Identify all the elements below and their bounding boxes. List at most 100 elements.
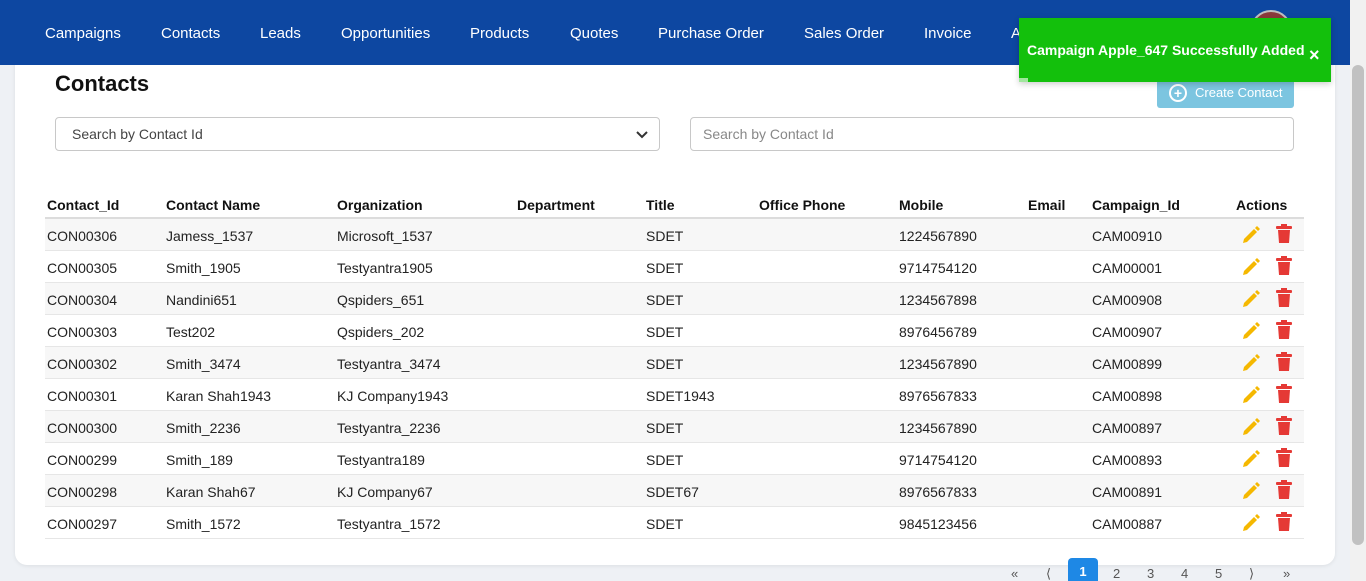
header-mobile[interactable]: Mobile xyxy=(899,197,943,213)
cell-contact-id: CON00303 xyxy=(47,324,118,340)
nav-item-campaigns[interactable]: Campaigns xyxy=(45,25,121,42)
pagination-page-2[interactable]: 2 xyxy=(1113,566,1120,581)
pagination-next[interactable]: ⟩ xyxy=(1249,566,1254,581)
pencil-icon[interactable] xyxy=(1241,224,1261,244)
pencil-icon[interactable] xyxy=(1241,384,1261,404)
table-row: CON00304 Nandini651 Qspiders_651 SDET 123456… xyxy=(45,283,1304,315)
search-type-select[interactable]: Search by Contact Id xyxy=(55,117,660,151)
cell-organization: Qspiders_202 xyxy=(337,324,425,340)
pagination-page-3[interactable]: 3 xyxy=(1147,566,1154,581)
pagination-page-4[interactable]: 4 xyxy=(1181,566,1188,581)
cell-organization: KJ Company1943 xyxy=(337,388,449,404)
pencil-icon[interactable] xyxy=(1241,288,1261,308)
cell-campaign-id: CAM00897 xyxy=(1092,420,1163,436)
cell-contact-name: Smith_1572 xyxy=(166,516,241,532)
pencil-icon[interactable] xyxy=(1241,320,1261,340)
cell-campaign-id: CAM00001 xyxy=(1092,260,1163,276)
cell-campaign-id: CAM00898 xyxy=(1092,388,1163,404)
cell-contact-id: CON00304 xyxy=(47,292,118,308)
scrollbar-thumb[interactable] xyxy=(1352,65,1364,545)
cell-contact-name: Smith_189 xyxy=(166,452,233,468)
cell-title: SDET xyxy=(646,420,684,436)
pagination-last[interactable]: » xyxy=(1283,566,1290,581)
pencil-icon[interactable] xyxy=(1241,480,1261,500)
vertical-scrollbar[interactable] xyxy=(1350,0,1366,581)
cell-contact-id: CON00300 xyxy=(47,420,118,436)
header-contact-name[interactable]: Contact Name xyxy=(166,197,260,213)
cell-campaign-id: CAM00907 xyxy=(1092,324,1163,340)
table-row: CON00299 Smith_189 Testyantra189 SDET 971475… xyxy=(45,443,1304,475)
cell-mobile: 1224567890 xyxy=(899,228,977,244)
pagination-first[interactable]: « xyxy=(1011,566,1018,581)
cell-contact-id: CON00299 xyxy=(47,452,118,468)
cell-campaign-id: CAM00908 xyxy=(1092,292,1163,308)
trash-icon[interactable] xyxy=(1276,256,1292,275)
cell-organization: Microsoft_1537 xyxy=(337,228,433,244)
search-input[interactable] xyxy=(690,117,1294,151)
cell-contact-id: CON00305 xyxy=(47,260,118,276)
trash-icon[interactable] xyxy=(1276,224,1292,243)
pencil-icon[interactable] xyxy=(1241,352,1261,372)
cell-campaign-id: CAM00893 xyxy=(1092,452,1163,468)
cell-mobile: 1234567890 xyxy=(899,420,977,436)
nav-item-quotes[interactable]: Quotes xyxy=(570,25,618,42)
nav-item-opportunities[interactable]: Opportunities xyxy=(341,25,430,42)
pagination-page-1[interactable]: 1 xyxy=(1068,558,1098,581)
cell-title: SDET xyxy=(646,228,684,244)
cell-mobile: 8976567833 xyxy=(899,388,977,404)
cell-title: SDET xyxy=(646,260,684,276)
cell-contact-name: Smith_1905 xyxy=(166,260,241,276)
table-row: CON00301 Karan Shah1943 KJ Company1943 SDET… xyxy=(45,379,1304,411)
cell-campaign-id: CAM00899 xyxy=(1092,356,1163,372)
trash-icon[interactable] xyxy=(1276,480,1292,499)
header-office-phone[interactable]: Office Phone xyxy=(759,197,845,213)
pencil-icon[interactable] xyxy=(1241,448,1261,468)
pencil-icon[interactable] xyxy=(1241,512,1261,532)
pencil-icon[interactable] xyxy=(1241,256,1261,276)
header-organization[interactable]: Organization xyxy=(337,197,423,213)
cell-contact-name: Test202 xyxy=(166,324,216,340)
header-contact-id[interactable]: Contact_Id xyxy=(47,197,119,213)
nav-item-sales-order[interactable]: Sales Order xyxy=(804,25,884,42)
cell-campaign-id: CAM00887 xyxy=(1092,516,1163,532)
pagination-prev[interactable]: ⟨ xyxy=(1046,566,1051,581)
trash-icon[interactable] xyxy=(1276,320,1292,339)
header-campaign-id[interactable]: Campaign_Id xyxy=(1092,197,1180,213)
cell-contact-name: Jamess_1537 xyxy=(166,228,254,244)
page-title: Contacts xyxy=(55,71,150,96)
nav-item-contacts[interactable]: Contacts xyxy=(161,25,220,42)
pencil-icon[interactable] xyxy=(1241,416,1261,436)
table-row: CON00297 Smith_1572 Testyantra_1572 SDET 984… xyxy=(45,507,1304,539)
close-icon[interactable]: × xyxy=(1309,46,1320,64)
table-row: CON00302 Smith_3474 Testyantra_3474 SDET 123… xyxy=(45,347,1304,379)
nav-item-invoice[interactable]: Invoice xyxy=(924,25,972,42)
cell-contact-name: Karan Shah67 xyxy=(166,484,256,500)
cell-contact-id: CON00306 xyxy=(47,228,118,244)
pagination-page-5[interactable]: 5 xyxy=(1215,566,1222,581)
cell-contact-name: Nandini651 xyxy=(166,292,237,308)
header-title[interactable]: Title xyxy=(646,197,675,213)
trash-icon[interactable] xyxy=(1276,384,1292,403)
trash-icon[interactable] xyxy=(1276,448,1292,467)
chevron-down-icon xyxy=(636,131,648,139)
nav-item-leads[interactable]: Leads xyxy=(260,25,301,42)
cell-title: SDET xyxy=(646,356,684,372)
nav-item-purchase-order[interactable]: Purchase Order xyxy=(658,25,764,42)
header-department[interactable]: Department xyxy=(517,197,595,213)
trash-icon[interactable] xyxy=(1276,288,1292,307)
trash-icon[interactable] xyxy=(1276,512,1292,531)
cell-organization: Testyantra189 xyxy=(337,452,425,468)
trash-icon[interactable] xyxy=(1276,416,1292,435)
trash-icon[interactable] xyxy=(1276,352,1292,371)
table-row: CON00305 Smith_1905 Testyantra1905 SDET 9714… xyxy=(45,251,1304,283)
toast-progress-bar xyxy=(1019,78,1028,82)
cell-organization: Testyantra_2236 xyxy=(337,420,441,436)
header-email[interactable]: Email xyxy=(1028,197,1065,213)
cell-campaign-id: CAM00891 xyxy=(1092,484,1163,500)
nav-item-products[interactable]: Products xyxy=(470,25,529,42)
cell-mobile: 9714754120 xyxy=(899,260,977,276)
cell-mobile: 9714754120 xyxy=(899,452,977,468)
cell-organization: KJ Company67 xyxy=(337,484,433,500)
create-contact-label: Create Contact xyxy=(1195,85,1283,100)
search-type-value: Search by Contact Id xyxy=(72,126,203,142)
